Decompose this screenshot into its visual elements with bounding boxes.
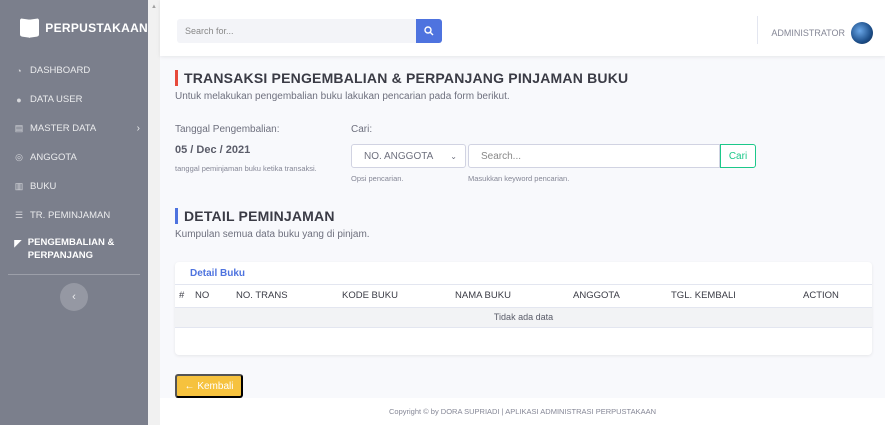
sidebar-item-label: ANGGOTA — [30, 152, 77, 163]
keyword-placeholder: Search... — [481, 150, 522, 162]
column-header: ANGGOTA — [573, 285, 671, 308]
column-header: NO — [195, 285, 236, 308]
chevron-left-icon: ‹ — [72, 291, 76, 303]
sidebar-item-pengembalian[interactable]: ◤ PENGEMBALIAN & PERPANJANG — [0, 230, 148, 270]
page-title: TRANSAKSI PENGEMBALIAN & PERPANJANG PINJ… — [184, 70, 629, 86]
sidebar-item-label: PENGEMBALIAN & PERPANJANG — [27, 237, 115, 261]
column-header: TGL. KEMBALI — [671, 285, 803, 308]
sidebar-item-label: TR. PEMINJAMAN — [30, 210, 111, 221]
cari-button[interactable]: Cari — [720, 144, 756, 168]
dashboard-icon: ◔ — [16, 65, 22, 76]
keyword-input[interactable]: Search... — [468, 144, 720, 168]
database-icon: ▤ — [14, 123, 24, 133]
detail-header: DETAIL PEMINJAMAN Kumpulan semua data bu… — [175, 208, 370, 240]
date-label: Tanggal Pengembalian: — [175, 124, 280, 135]
column-header: ACTION — [803, 285, 872, 308]
column-header: NAMA BUKU — [455, 285, 573, 308]
sidebar-divider — [8, 274, 140, 275]
search-button[interactable] — [416, 19, 442, 43]
brand-name: PERPUSTAKAAN — [45, 21, 148, 35]
sidebar-item-anggota[interactable]: ◎ ANGGOTA — [0, 143, 148, 172]
sidebar-item-data-user[interactable]: ● DATA USER — [0, 85, 148, 114]
title-accent-bar — [175, 70, 178, 86]
search-input[interactable] — [177, 19, 416, 43]
user-name: ADMINISTRATOR — [771, 28, 845, 38]
return-date-value: 05 / Dec / 2021 — [175, 144, 251, 156]
topbar-search — [177, 19, 442, 43]
empty-table-message: Tidak ada data — [175, 307, 872, 328]
column-header: NO. TRANS — [236, 285, 342, 308]
sidebar-menu: ◔ DASHBOARD ● DATA USER ▤ MASTER DATA › … — [0, 56, 148, 270]
date-hint: tanggal peminjaman buku ketika transaksi… — [175, 164, 317, 173]
sidebar-item-tr-peminjaman[interactable]: ☰ TR. PEMINJAMAN — [0, 201, 148, 230]
topbar-divider — [757, 16, 758, 44]
user-menu[interactable]: ADMINISTRATOR — [771, 22, 873, 44]
detail-table: # NO NO. TRANS KODE BUKU NAMA BUKU ANGGO… — [175, 285, 872, 328]
topbar: ADMINISTRATOR — [160, 0, 885, 56]
detail-card: Detail Buku # NO NO. TRANS KODE BUKU NAM… — [175, 262, 872, 355]
avatar — [851, 22, 873, 44]
scroll-up-arrow-icon[interactable]: ▲ — [148, 4, 160, 10]
keyword-hint: Masukkan keyword pencarian. — [468, 174, 570, 183]
search-label: Cari: — [351, 124, 373, 135]
transaction-header: TRANSAKSI PENGEMBALIAN & PERPANJANG PINJ… — [175, 70, 628, 102]
users-icon: ● — [16, 94, 22, 105]
column-header: KODE BUKU — [342, 285, 455, 308]
select-hint: Opsi pencarian. — [351, 174, 404, 183]
column-header: # — [175, 285, 195, 308]
detail-subtitle: Kumpulan semua data buku yang di pinjam. — [175, 229, 370, 240]
sidebar-item-label: MASTER DATA — [30, 123, 97, 134]
return-icon: ◤ — [14, 237, 22, 248]
sidebar-item-dashboard[interactable]: ◔ DASHBOARD — [0, 56, 148, 85]
book-logo-icon — [20, 19, 39, 37]
sidebar-toggle-button[interactable]: ‹ — [60, 283, 88, 311]
members-icon: ◎ — [15, 152, 23, 162]
search-icon — [424, 26, 434, 36]
page-subtitle: Untuk melakukan pengembalian buku lakuka… — [175, 91, 510, 102]
chevron-down-icon: ⌄ — [450, 151, 457, 161]
copyright-text: Copyright © by DORA SUPRIADI | APLIKASI … — [389, 407, 656, 416]
select-value: NO. ANGGOTA — [364, 150, 434, 162]
detail-title: DETAIL PEMINJAMAN — [184, 208, 335, 224]
sidebar-item-label: BUKU — [30, 181, 57, 192]
sidebar-item-master-data[interactable]: ▤ MASTER DATA › — [0, 114, 148, 143]
chevron-right-icon: › — [136, 123, 140, 134]
table-row: Tidak ada data — [175, 307, 872, 328]
footer: Copyright © by DORA SUPRIADI | APLIKASI … — [160, 398, 885, 425]
book-icon: ▥ — [14, 181, 24, 191]
sidebar-item-buku[interactable]: ▥ BUKU — [0, 172, 148, 201]
table-header-row: # NO NO. TRANS KODE BUKU NAMA BUKU ANGGO… — [175, 285, 872, 308]
title-accent-bar — [175, 208, 178, 224]
list-icon: ☰ — [14, 210, 24, 220]
card-title: Detail Buku — [175, 262, 872, 285]
search-option-select[interactable]: NO. ANGGOTA ⌄ — [351, 144, 466, 168]
sidebar: PERPUSTAKAAN ◔ DASHBOARD ● DATA USER ▤ M… — [0, 0, 148, 425]
sidebar-item-label: DASHBOARD — [30, 65, 91, 76]
sidebar-item-label: DATA USER — [30, 94, 83, 105]
brand[interactable]: PERPUSTAKAAN — [0, 0, 148, 56]
back-button[interactable]: ← Kembali — [175, 374, 243, 398]
scrollbar[interactable]: ▲ — [148, 0, 160, 425]
